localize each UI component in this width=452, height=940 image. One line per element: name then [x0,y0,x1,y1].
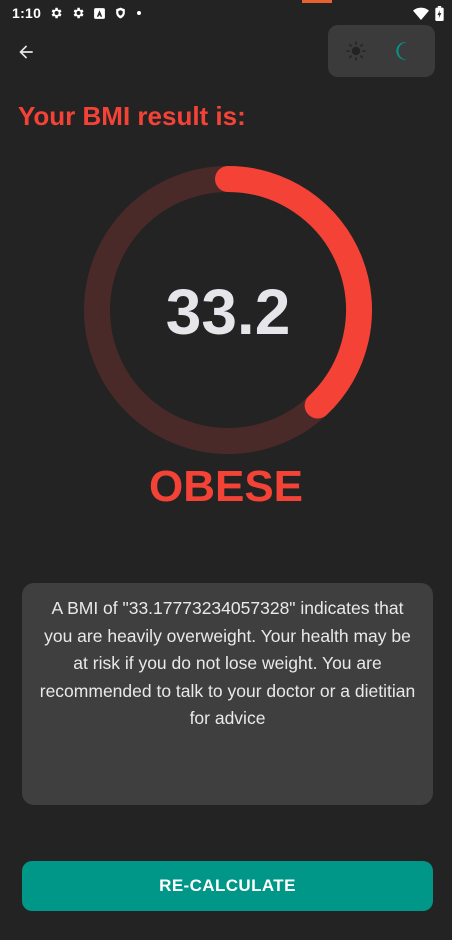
dot-icon [137,11,141,15]
shield-icon [116,7,125,19]
battery-icon [435,6,444,21]
sun-icon [346,41,366,61]
status-icons-right [413,6,444,21]
dark-theme-button[interactable] [392,39,416,63]
advice-text: A BMI of "33.17773234057328" indicates t… [39,598,416,728]
light-theme-button[interactable] [344,39,368,63]
settings-icon [73,7,84,19]
a-badge-icon [94,7,105,19]
status-icons-left [49,6,143,20]
bmi-value: 33.2 [165,276,291,348]
theme-toggle [328,25,435,77]
status-notch [302,0,332,3]
bmi-result-screen: 1:10 Your BMI result is: 33.2 OBESE A BM… [0,0,452,940]
advice-card: A BMI of "33.17773234057328" indicates t… [22,583,433,805]
wifi-icon [413,7,429,20]
recalculate-button[interactable]: RE-CALCULATE [22,861,433,911]
status-bar: 1:10 [0,0,452,28]
bmi-category: OBESE [148,462,304,511]
back-button[interactable] [10,36,42,68]
result-heading: Your BMI result is: [18,101,246,131]
status-time: 1:10 [12,5,42,21]
moon-icon [396,42,408,60]
settings-icon [51,7,62,19]
arrow-back-icon [19,45,33,59]
